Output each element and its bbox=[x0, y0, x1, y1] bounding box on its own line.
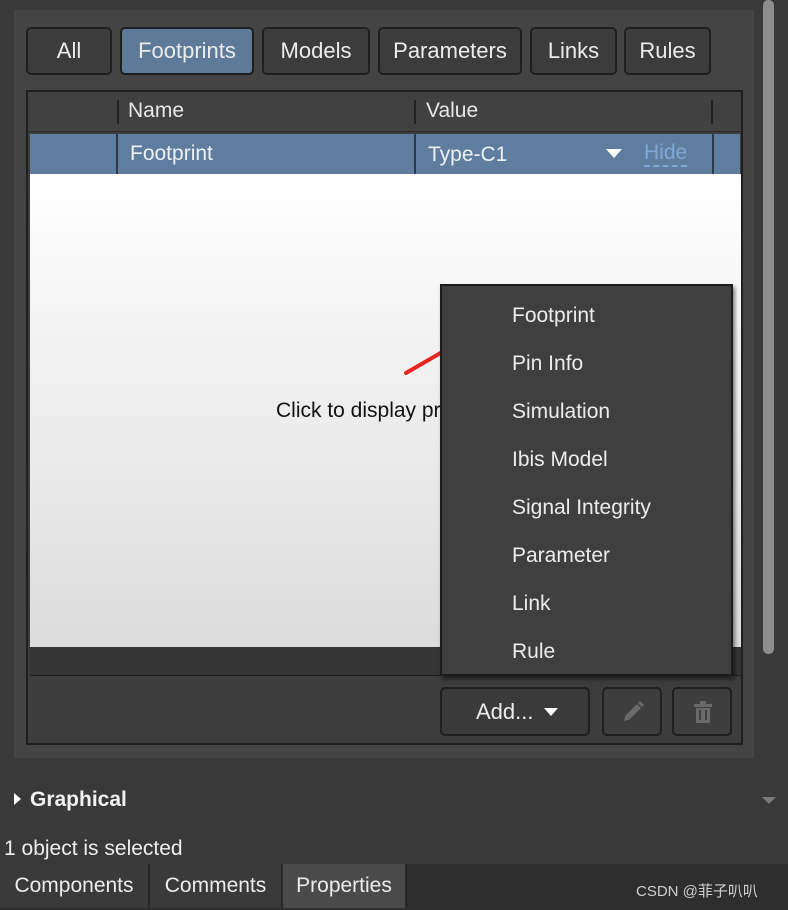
menu-item-rule[interactable]: Rule bbox=[442, 628, 731, 676]
row-value-dropdown[interactable]: Type-C1 bbox=[428, 143, 507, 167]
preview-hint-text: Click to display preview bbox=[276, 399, 444, 422]
row-name-cell: Footprint bbox=[130, 142, 213, 165]
edit-button[interactable] bbox=[602, 687, 662, 736]
trash-icon bbox=[694, 701, 712, 723]
column-divider[interactable] bbox=[711, 100, 713, 124]
hide-link[interactable]: Hide bbox=[644, 141, 688, 167]
menu-item-footprint[interactable]: Footprint bbox=[442, 292, 731, 340]
tab-links[interactable]: Links bbox=[530, 27, 617, 75]
menu-item-pin-info[interactable]: Pin Info bbox=[442, 340, 731, 388]
menu-item-parameter[interactable]: Parameter bbox=[442, 532, 731, 580]
menu-item-link[interactable]: Link bbox=[442, 580, 731, 628]
properties-panel-window: All Footprints Models Parameters Links R… bbox=[0, 0, 788, 910]
column-divider[interactable] bbox=[117, 100, 119, 124]
tab-components[interactable]: Components bbox=[0, 864, 150, 908]
cell-divider bbox=[712, 134, 714, 174]
menu-item-simulation[interactable]: Simulation bbox=[442, 388, 731, 436]
column-header-name[interactable]: Name bbox=[128, 99, 184, 123]
pencil-icon bbox=[624, 701, 644, 721]
menu-item-signal-integrity[interactable]: Signal Integrity bbox=[442, 484, 731, 532]
add-menu: Footprint Pin Info Simulation Ibis Model… bbox=[440, 284, 733, 676]
menu-item-ibis-model[interactable]: Ibis Model bbox=[442, 436, 731, 484]
grid-header: Name Value bbox=[28, 92, 741, 132]
cell-divider bbox=[116, 134, 118, 174]
delete-button[interactable] bbox=[672, 687, 732, 736]
selection-status: 1 object is selected bbox=[4, 837, 183, 860]
tab-rules[interactable]: Rules bbox=[624, 27, 711, 75]
tab-properties[interactable]: Properties bbox=[283, 864, 407, 908]
column-divider[interactable] bbox=[414, 100, 416, 124]
watermark-text: CSDN @菲子叭叭 bbox=[636, 883, 758, 900]
column-header-value[interactable]: Value bbox=[426, 99, 478, 123]
tab-parameters[interactable]: Parameters bbox=[378, 27, 522, 75]
tab-footprints[interactable]: Footprints bbox=[120, 27, 254, 75]
add-button-label: Add... bbox=[476, 699, 534, 724]
collapse-arrow-icon[interactable] bbox=[762, 797, 776, 804]
expand-arrow-icon bbox=[14, 793, 21, 805]
tab-models[interactable]: Models bbox=[262, 27, 370, 75]
tab-comments[interactable]: Comments bbox=[150, 864, 283, 908]
section-title: Graphical bbox=[30, 788, 127, 811]
table-row[interactable]: Footprint Type-C1 Hide bbox=[30, 134, 740, 174]
tab-all[interactable]: All bbox=[26, 27, 112, 75]
cell-divider bbox=[414, 134, 416, 174]
vertical-scrollbar[interactable] bbox=[763, 0, 774, 654]
chevron-down-icon[interactable] bbox=[606, 149, 622, 158]
chevron-down-icon bbox=[544, 708, 558, 716]
add-button[interactable]: Add... bbox=[440, 687, 590, 736]
